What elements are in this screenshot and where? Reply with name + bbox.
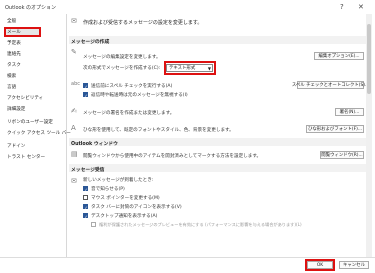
arrival-desc: 新しいメッセージが到着したとき: xyxy=(83,178,154,183)
sidebar-item-mail[interactable]: メール xyxy=(7,29,21,35)
sidebar-item-addins[interactable]: アドイン xyxy=(7,143,25,149)
change-pointer-checkbox[interactable] xyxy=(83,195,88,200)
sidebar: 全般 メール 予定表 連絡先 タスク 検索 言語 アクセシビリティ 詳細設定 リ… xyxy=(3,14,71,257)
signature-icon: ✍ xyxy=(71,107,77,115)
mail-envelope-icon: ✉ xyxy=(71,17,77,25)
reading-pane-desc: 閲覧ウィンドウから使用中のアイテムを開封済みとしてマークする方法を設定します。 xyxy=(83,154,262,159)
rights-preview-checkbox[interactable] xyxy=(91,222,96,227)
stationery-icon: A xyxy=(71,124,76,132)
spelling-autocorrect-button[interactable]: スペル チェックとオートコレクト(S)... xyxy=(292,81,369,89)
new-mail-icon: ✉ xyxy=(71,177,77,185)
reading-pane-button[interactable]: 閲覧ウィンドウ(R)... xyxy=(320,151,364,159)
sidebar-item-trust-center[interactable]: トラスト センター xyxy=(7,154,45,160)
section-message-arrival: メッセージ受信 xyxy=(69,164,369,173)
stationery-fonts-button[interactable]: ひな形およびフォント(F)... xyxy=(306,125,364,133)
ok-button-highlight xyxy=(305,259,335,271)
dialog-footer: OK キャンセル xyxy=(0,257,375,273)
section-outlook-panes: Outlook ウィンドウ xyxy=(69,138,369,147)
sidebar-item-tasks[interactable]: タスク xyxy=(7,62,21,68)
rights-preview-label: 権利が保護されたメッセージのプレビューを有効にする (パフォーマンスに影響を与え… xyxy=(99,222,302,227)
reading-pane-icon: ▤ xyxy=(71,150,78,158)
section-outlook-panes-title: Outlook ウィンドウ xyxy=(71,141,118,147)
editor-options-button[interactable]: 編集オプション(E)... xyxy=(314,52,364,60)
section-message-arrival-title: メッセージ受信 xyxy=(71,167,105,173)
cancel-button[interactable]: キャンセル xyxy=(339,261,369,269)
stationery-desc: ひな形を使用して、既定のフォントやスタイル、色、背景を変更します。 xyxy=(83,128,234,133)
page-header: 作成および受信するメッセージの設定を変更します。 xyxy=(83,20,203,26)
spell-check-checkbox[interactable] xyxy=(83,83,88,89)
scrollbar-thumb[interactable] xyxy=(367,24,371,94)
close-icon[interactable]: ✕ xyxy=(358,3,364,11)
signature-desc: メッセージの署名を作成または変更します。 xyxy=(83,111,175,116)
sidebar-item-calendar[interactable]: 予定表 xyxy=(7,40,21,46)
sidebar-item-qat[interactable]: クイック アクセス ツール バー xyxy=(7,130,71,136)
compose-format-label: 次の形式でメッセージを作成する(C): xyxy=(83,66,161,71)
play-sound-label: 音で知らせる(P) xyxy=(91,187,125,192)
vertical-scrollbar[interactable] xyxy=(366,14,372,257)
window-title: Outlook のオプション xyxy=(5,5,57,11)
sidebar-item-language[interactable]: 言語 xyxy=(7,84,16,90)
spelling-abc-icon: abc xyxy=(71,81,80,87)
ignore-original-label: 返信時や転送時は元のメッセージを無視する(I) xyxy=(91,93,188,98)
desktop-alert-label: デスクトップ通知を表示する(A) xyxy=(91,214,158,219)
taskbar-envelope-checkbox[interactable] xyxy=(83,204,88,210)
title-bar: Outlook のオプション ? ✕ xyxy=(0,0,375,14)
options-dialog: Outlook のオプション ? ✕ 全般 メール 予定表 連絡先 タスク 検索… xyxy=(0,0,375,273)
sidebar-item-search[interactable]: 検索 xyxy=(7,73,16,79)
change-pointer-label: マウス ポインターを変更する(M) xyxy=(91,196,160,201)
taskbar-envelope-label: タスク バーに封筒のアイコンを表示する(V) xyxy=(91,205,182,210)
section-compose: メッセージの作成 xyxy=(69,36,369,45)
mail-options-pane: ✉ 作成および受信するメッセージの設定を変更します。 メッセージの作成 ✎ メッ… xyxy=(69,14,369,257)
sidebar-item-general[interactable]: 全般 xyxy=(7,18,16,24)
sidebar-item-ribbon[interactable]: リボンのユーザー設定 xyxy=(7,119,53,125)
help-icon[interactable]: ? xyxy=(340,3,344,11)
desktop-alert-checkbox[interactable] xyxy=(83,213,88,219)
sidebar-item-people[interactable]: 連絡先 xyxy=(7,51,21,57)
play-sound-checkbox[interactable] xyxy=(83,186,88,192)
signatures-button[interactable]: 署名(N)... xyxy=(335,108,364,116)
spell-check-label: 送信前にスペル チェックを実行する(A) xyxy=(91,84,173,89)
edit-pen-icon: ✎ xyxy=(71,48,77,56)
edit-settings-desc: メッセージの編集設定を変更します。 xyxy=(83,55,161,60)
ignore-original-checkbox[interactable] xyxy=(83,92,88,98)
format-select-highlight xyxy=(164,61,216,75)
section-compose-title: メッセージの作成 xyxy=(71,39,110,45)
sidebar-item-advanced[interactable]: 詳細設定 xyxy=(7,106,25,112)
sidebar-item-accessibility[interactable]: アクセシビリティ xyxy=(7,95,43,101)
